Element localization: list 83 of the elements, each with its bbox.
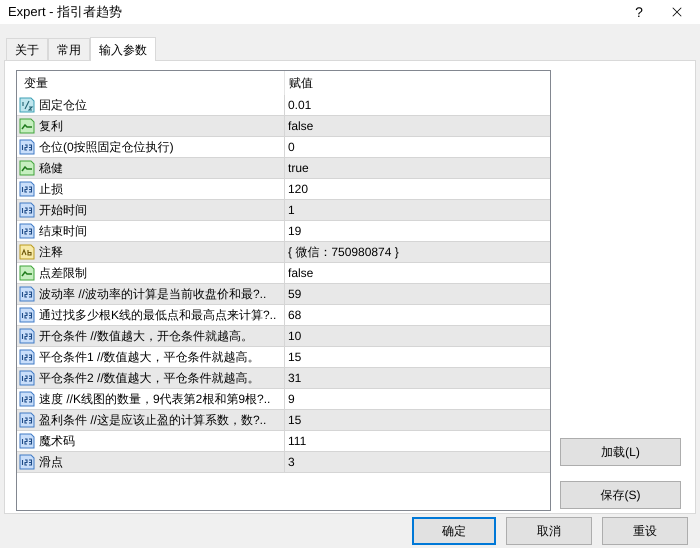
number-icon [19,286,35,302]
table-row[interactable]: 通过找多少根K线的最低点和最高点来计算?.. 68 [17,305,550,326]
table-row[interactable]: 点差限制 false [17,263,550,284]
window-title: Expert - 指引者趋势 [7,3,124,22]
number-icon [19,349,35,365]
number-icon [19,181,35,197]
parameter-name: 通过找多少根K线的最低点和最高点来计算?.. [39,307,276,324]
dialog-button[interactable]: 取消 [506,517,592,545]
parameter-name: 魔术码 [39,433,75,450]
table-row[interactable]: 结束时间 19 [17,221,550,242]
number-icon [19,307,35,323]
parameter-name: 注释 [39,244,63,261]
help-button[interactable]: ? [624,2,654,22]
parameter-value: true [288,160,309,177]
number-icon [19,391,35,407]
load-button[interactable]: 加载(L) [560,438,681,466]
table-row[interactable]: 固定仓位 0.01 [17,95,550,116]
parameter-value: 15 [288,412,302,429]
tab[interactable]: 输入参数 [90,37,156,61]
table-row[interactable]: 平仓条件2 //数值越大，平仓条件就越高。 31 [17,368,550,389]
table-row[interactable]: 盈利条件 //这是应该止盈的计算系数，数?.. 15 [17,410,550,431]
parameter-value: 3 [288,454,295,471]
parameter-value: 15 [288,349,302,366]
text-icon [19,244,35,260]
number-icon [19,139,35,155]
parameter-name: 盈利条件 //这是应该止盈的计算系数，数?.. [39,412,266,429]
dialog-button[interactable]: 重设 [602,517,688,545]
table-row[interactable]: 波动率 //波动率的计算是当前收盘价和最?.. 59 [17,284,550,305]
toggle-icon [19,160,35,176]
save-button[interactable]: 保存(S) [560,481,681,509]
parameter-name: 结束时间 [39,223,87,240]
parameter-value: 0 [288,139,295,156]
parameter-value: { 微信：750980874 } [288,244,399,261]
parameter-name: 仓位(0按照固定仓位执行) [39,139,174,156]
parameter-value: false [288,118,314,135]
parameter-value: 111 [288,433,306,450]
parameter-value: 10 [288,328,302,345]
parameter-value: 31 [288,370,302,387]
table-row[interactable]: 开仓条件 //数值越大，开仓条件就越高。 10 [17,326,550,347]
parameter-name: 固定仓位 [39,97,87,114]
parameter-name: 平仓条件1 //数值越大，平仓条件就越高。 [39,349,260,366]
table-row[interactable]: 注释 { 微信：750980874 } [17,242,550,263]
table-row[interactable]: 止损 120 [17,179,550,200]
column-header[interactable]: 赋值 [285,71,550,95]
table-row[interactable]: 平仓条件1 //数值越大，平仓条件就越高。 15 [17,347,550,368]
dialog-button[interactable]: 确定 [412,517,496,545]
parameter-value: 120 [288,181,308,198]
tab[interactable]: 常用 [48,38,90,60]
parameter-name: 复利 [39,118,63,135]
parameter-value: false [288,265,314,282]
parameter-value: 0.01 [288,97,312,114]
table-row[interactable]: 复利 false [17,116,550,137]
table-row[interactable]: 仓位(0按照固定仓位执行) 0 [17,137,550,158]
table-row[interactable]: 魔术码 111 [17,431,550,452]
parameter-name: 波动率 //波动率的计算是当前收盘价和最?.. [39,286,266,303]
parameter-name: 开始时间 [39,202,87,219]
number-icon [19,223,35,239]
parameter-value: 9 [288,391,295,408]
number-icon [19,433,35,449]
fraction-icon [19,97,35,113]
number-icon [19,328,35,344]
table-row[interactable]: 开始时间 1 [17,200,550,221]
parameter-name: 平仓条件2 //数值越大，平仓条件就越高。 [39,370,260,387]
parameter-name: 点差限制 [39,265,87,282]
parameter-name: 开仓条件 //数值越大，开仓条件就越高。 [39,328,254,345]
toggle-icon [19,118,35,134]
number-icon [19,454,35,470]
parameter-name: 止损 [39,181,63,198]
number-icon [19,202,35,218]
parameter-name: 稳健 [39,160,63,177]
parameter-name: 速度 //K线图的数量，9代表第2根和第9根?.. [39,391,270,408]
tab[interactable]: 关于 [6,38,48,60]
table-row[interactable]: 滑点 3 [17,452,550,473]
parameter-value: 68 [288,307,302,324]
table-row[interactable]: 速度 //K线图的数量，9代表第2根和第9根?.. 9 [17,389,550,410]
table-row[interactable]: 稳健 true [17,158,550,179]
parameter-value: 59 [288,286,302,303]
number-icon [19,412,35,428]
parameter-name: 滑点 [39,454,63,471]
parameter-value: 19 [288,223,302,240]
number-icon [19,370,35,386]
toggle-icon [19,265,35,281]
parameter-value: 1 [288,202,295,219]
